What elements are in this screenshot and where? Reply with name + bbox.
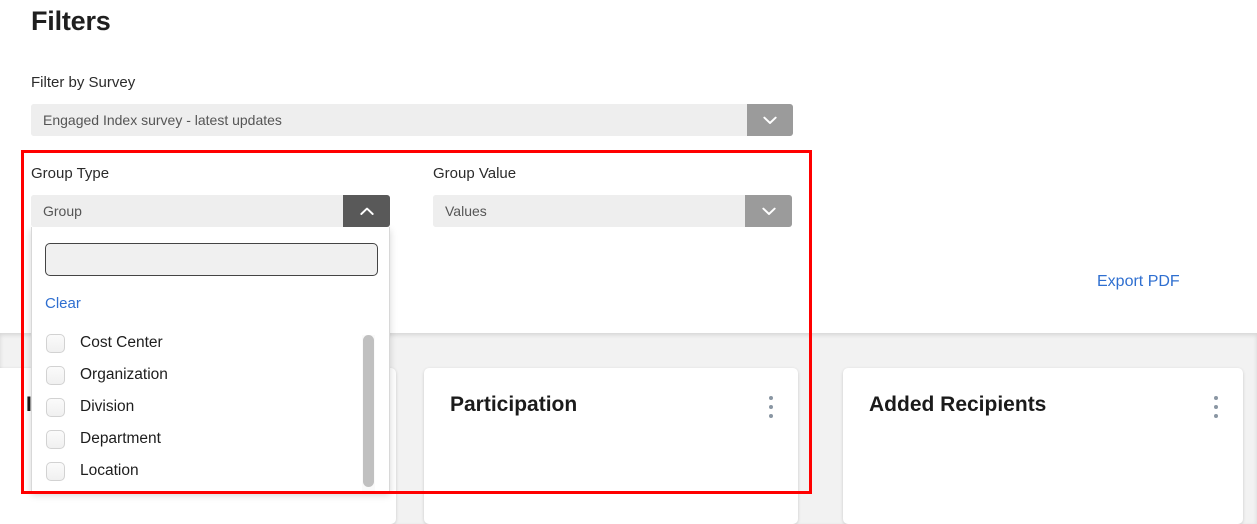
option-label: Organization: [80, 366, 168, 383]
list-item[interactable]: Cost Center: [32, 327, 389, 359]
group-value-label: Group Value: [433, 165, 517, 182]
checkbox-icon[interactable]: [46, 333, 65, 353]
group-value-value: Values: [433, 195, 745, 227]
group-value-select[interactable]: Values: [433, 195, 792, 227]
option-label: Location: [80, 462, 139, 479]
page-title: Filters: [31, 6, 111, 36]
option-label: Department: [80, 430, 161, 447]
group-type-select[interactable]: Group: [31, 195, 390, 227]
card-title: Added Recipients: [869, 393, 1047, 416]
filters-page: Filters Filter by Survey Engaged Index s…: [0, 0, 1257, 524]
list-item[interactable]: Department: [32, 423, 389, 455]
chevron-up-icon[interactable]: [343, 195, 390, 227]
export-pdf-link[interactable]: Export PDF: [1097, 273, 1180, 291]
group-type-dropdown-panel: Clear Cost Center Organization Division …: [31, 227, 390, 492]
checkbox-icon[interactable]: [46, 365, 65, 385]
dashboard-card-participation[interactable]: Participation: [424, 368, 798, 524]
list-item[interactable]: Organization: [32, 359, 389, 391]
kebab-menu-icon[interactable]: [762, 396, 780, 418]
kebab-menu-icon[interactable]: [1207, 396, 1225, 418]
checkbox-icon[interactable]: [46, 461, 65, 481]
group-type-label: Group Type: [31, 165, 110, 182]
filter-by-survey-value: Engaged Index survey - latest updates: [31, 104, 747, 136]
chevron-down-icon[interactable]: [745, 195, 792, 227]
dropdown-scrollbar-thumb[interactable]: [363, 335, 374, 487]
list-item[interactable]: Location: [32, 455, 389, 487]
option-label: Division: [80, 398, 135, 415]
card-title: Participation: [450, 393, 578, 416]
option-label: Cost Center: [80, 334, 163, 351]
chevron-down-icon[interactable]: [747, 104, 793, 136]
dashboard-card-added-recipients[interactable]: Added Recipients: [843, 368, 1243, 524]
filter-by-survey-select[interactable]: Engaged Index survey - latest updates: [31, 104, 793, 136]
checkbox-icon[interactable]: [46, 429, 65, 449]
filter-by-survey-label: Filter by Survey: [31, 74, 136, 91]
group-type-search-input[interactable]: [45, 243, 378, 276]
list-item[interactable]: Division: [32, 391, 389, 423]
group-type-option-list: Cost Center Organization Division Depart…: [32, 327, 389, 491]
clear-selection-link[interactable]: Clear: [45, 295, 81, 312]
checkbox-icon[interactable]: [46, 397, 65, 417]
group-type-value: Group: [31, 195, 343, 227]
